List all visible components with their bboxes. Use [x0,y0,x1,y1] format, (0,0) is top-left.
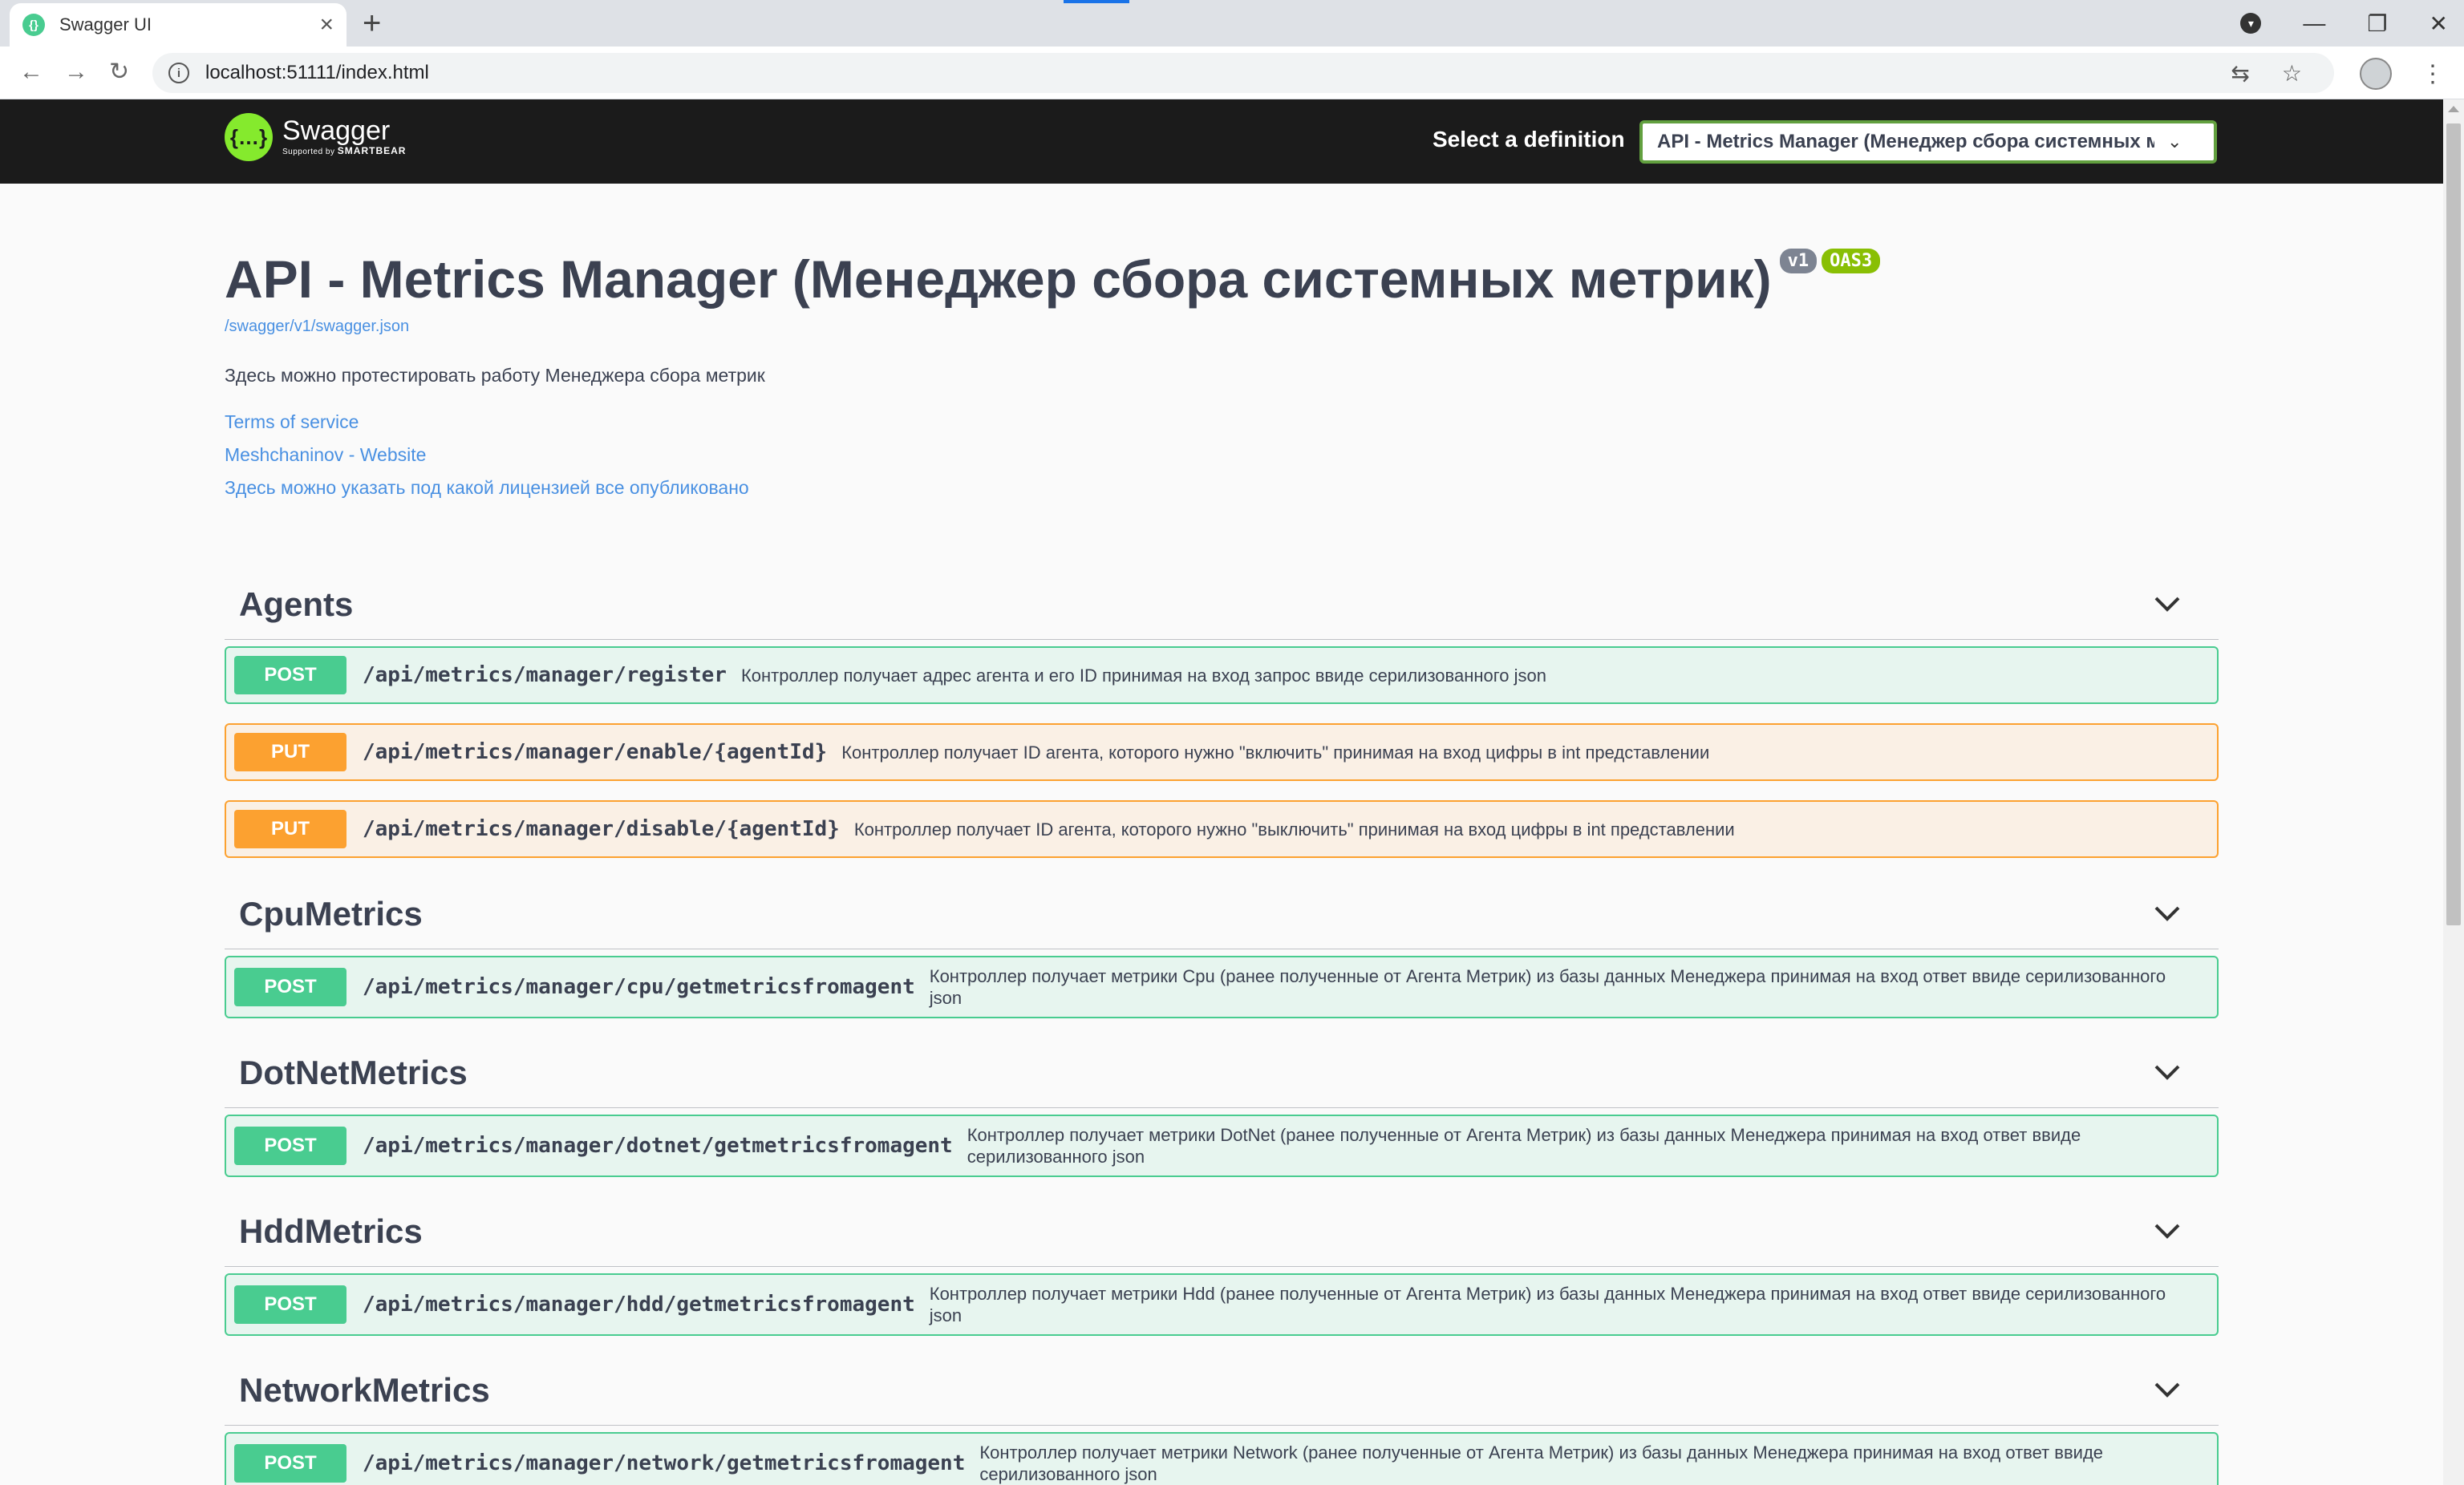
swagger-logo[interactable]: {…} Swagger Supported by SMARTBEAR [225,113,406,161]
api-title: API - Metrics Manager (Менеджер сбора си… [225,249,1772,309]
definition-select[interactable]: API - Metrics Manager (Менеджер сбора си… [1639,120,2217,164]
tag-section-networkmetrics[interactable]: NetworkMetrics [225,1353,2219,1426]
contact-website-link[interactable]: Meshchaninov - Website [225,439,2219,471]
oas-badge: OAS3 [1822,249,1881,273]
operation-summary: Контроллер получает адрес агента и его I… [740,665,1546,686]
restore-icon[interactable]: ❐ [2367,10,2387,37]
logo-name: Swagger [282,115,391,146]
operation-path: /api/metrics/manager/hdd/getmetricsfroma… [363,1293,915,1317]
profile-avatar[interactable] [2360,58,2392,90]
site-info-icon[interactable]: i [168,63,189,83]
browser-menu-icon[interactable]: ⋮ [2421,60,2445,88]
tab-title: Swagger UI [59,14,152,34]
tag-section-cpumetrics[interactable]: CpuMetrics [225,877,2219,949]
operation-post-network[interactable]: POST /api/metrics/manager/network/getmet… [225,1432,2219,1485]
selected-definition: API - Metrics Manager (Менеджер сбора си… [1657,131,2154,152]
method-badge: POST [234,968,346,1006]
logo-subtitle: Supported by SMARTBEAR [282,145,407,156]
method-badge: POST [234,1127,346,1165]
chevron-down-icon[interactable] [2151,1055,2183,1087]
operation-summary: Контроллер получает метрики Hdd (ранее п… [929,1284,2166,1325]
new-tab-plus-icon[interactable]: + [363,5,381,42]
chevron-down-icon[interactable] [2151,587,2183,619]
swagger-page: {…} Swagger Supported by SMARTBEAR Selec… [0,99,2443,1485]
minimize-icon[interactable]: — [2303,10,2325,36]
translate-icon[interactable]: ⇆ [2231,60,2249,87]
operation-summary: Контроллер получает ID агента, которого … [853,819,1735,840]
page-scrollbar[interactable] [2443,99,2464,1485]
api-info: API - Metrics Manager (Менеджер сбора си… [225,247,2219,504]
operation-put-disable[interactable]: PUT /api/metrics/manager/disable/{agentI… [225,800,2219,858]
method-badge: POST [234,1444,346,1483]
operation-path: /api/metrics/manager/network/getmetricsf… [363,1451,966,1475]
swagger-favicon-icon: {} [22,14,45,36]
chevron-down-icon[interactable] [2151,1214,2183,1246]
tab-search-chevron-icon[interactable]: ▾ [2240,13,2262,34]
operation-summary: Контроллер получает метрики Network (ран… [979,1443,2104,1484]
browser-toolbar: ← → ↻ i localhost:51111/index.html ⇆ ☆ ⋮ [0,47,2464,99]
address-bar[interactable]: i localhost:51111/index.html ⇆ ☆ [152,53,2334,93]
tag-name: Agents [239,585,354,623]
window-controls: ▾ — ❐ ✕ [2240,0,2448,47]
operation-path: /api/metrics/manager/register [363,663,727,687]
tag-section-hddmetrics[interactable]: HddMetrics [225,1195,2219,1267]
operation-summary: Контроллер получает метрики Cpu (ранее п… [929,966,2166,1008]
tag-section-dotnetmetrics[interactable]: DotNetMetrics [225,1036,2219,1108]
method-badge: POST [234,1285,346,1324]
reload-icon[interactable]: ↻ [109,56,129,88]
scrollbar-thumb[interactable] [2446,123,2461,925]
chevron-down-icon[interactable] [2151,896,2183,929]
api-description: Здесь можно протестировать работу Менедж… [225,365,765,386]
operation-summary: Контроллер получает метрики DotNet (ране… [967,1125,2081,1167]
tag-section-agents[interactable]: Agents [225,568,2219,640]
bookmark-star-icon[interactable]: ☆ [2282,60,2302,87]
method-badge: POST [234,656,346,694]
swagger-logo-icon: {…} [225,113,273,161]
operation-path: /api/metrics/manager/disable/{agentId} [363,817,840,841]
scroll-up-arrow-icon[interactable] [2448,106,2459,112]
operation-path: /api/metrics/manager/cpu/getmetricsfroma… [363,975,915,999]
select-definition-label: Select a definition [1433,127,1625,152]
chevron-down-icon[interactable] [2151,1373,2183,1405]
method-badge: PUT [234,810,346,848]
spec-json-link[interactable]: /swagger/v1/swagger.json [225,318,2219,336]
forward-arrow-icon[interactable]: → [64,56,88,88]
chevron-down-icon: ⌄ [2167,132,2182,152]
tag-name: HddMetrics [239,1212,423,1250]
operation-post-cpu[interactable]: POST /api/metrics/manager/cpu/getmetrics… [225,956,2219,1018]
browser-tab-strip: {} Swagger UI × + ▾ — ❐ ✕ [0,0,2464,47]
operation-path: /api/metrics/manager/dotnet/getmetricsfr… [363,1134,953,1158]
tag-name: DotNetMetrics [239,1054,468,1091]
close-icon[interactable]: × [319,13,334,37]
tag-name: CpuMetrics [239,895,423,933]
back-arrow-icon[interactable]: ← [19,56,43,88]
operation-post-dotnet[interactable]: POST /api/metrics/manager/dotnet/getmetr… [225,1115,2219,1177]
tab-indicator [1064,0,1129,3]
terms-of-service-link[interactable]: Terms of service [225,406,2219,439]
tag-name: NetworkMetrics [239,1371,490,1409]
method-badge: PUT [234,733,346,771]
operation-path: /api/metrics/manager/enable/{agentId} [363,740,828,764]
operation-post-register[interactable]: POST /api/metrics/manager/register Контр… [225,646,2219,704]
version-badge: v1 [1779,249,1818,273]
url-text: localhost:51111/index.html [205,62,429,83]
operation-summary: Контроллер получает ID агента, которого … [841,742,1710,763]
window-close-icon[interactable]: ✕ [2430,10,2448,37]
browser-tab[interactable]: {} Swagger UI × [10,3,346,47]
license-link[interactable]: Здесь можно указать под какой лицензией … [225,471,2219,504]
operation-post-hdd[interactable]: POST /api/metrics/manager/hdd/getmetrics… [225,1273,2219,1336]
swagger-topbar: {…} Swagger Supported by SMARTBEAR Selec… [0,99,2443,184]
operation-put-enable[interactable]: PUT /api/metrics/manager/enable/{agentId… [225,723,2219,781]
